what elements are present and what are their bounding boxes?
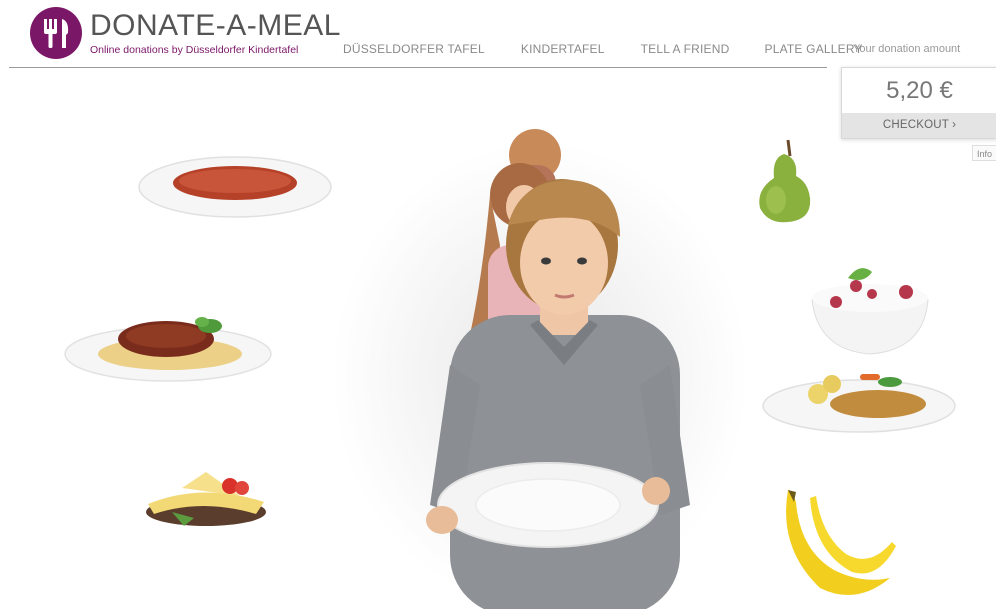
nav-plate-gallery[interactable]: PLATE GALLERY xyxy=(765,42,863,56)
schnitzel-plate-icon[interactable] xyxy=(760,366,958,436)
children-with-empty-plate-image xyxy=(426,129,690,609)
spaghetti-plate-icon[interactable] xyxy=(62,312,274,384)
logo[interactable]: DONATE-A-MEAL Online donations by Düssel… xyxy=(30,7,341,59)
soup-plate-icon[interactable] xyxy=(136,152,334,220)
header-divider xyxy=(9,67,827,68)
fork-knife-icon xyxy=(30,7,82,59)
main-nav: DÜSSELDORFER TAFEL KINDERTAFEL TELL A FR… xyxy=(343,42,863,56)
bananas-icon[interactable] xyxy=(770,488,900,604)
donation-amount: 5,20 € xyxy=(886,77,953,104)
checkout-button[interactable]: CHECKOUT › xyxy=(842,113,996,138)
sandwich-icon[interactable] xyxy=(142,468,270,532)
nav-duesseldorfer-tafel[interactable]: DÜSSELDORFER TAFEL xyxy=(343,42,485,56)
donation-box: 5,20 € CHECKOUT › xyxy=(841,67,996,139)
info-button[interactable]: Info xyxy=(972,145,996,161)
pear-icon[interactable] xyxy=(752,138,816,224)
nav-kindertafel[interactable]: KINDERTAFEL xyxy=(521,42,605,56)
nav-tell-a-friend[interactable]: TELL A FRIEND xyxy=(641,42,730,56)
yogurt-bowl-icon[interactable] xyxy=(808,258,932,358)
brand-title: DONATE-A-MEAL xyxy=(90,8,341,42)
donation-label: Your donation amount xyxy=(853,43,961,55)
brand-subtitle: Online donations by Düsseldorfer Kindert… xyxy=(90,43,299,56)
